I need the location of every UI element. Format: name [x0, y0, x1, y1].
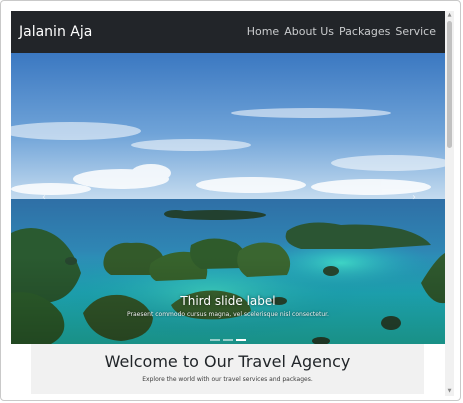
welcome-title: Welcome to Our Travel Agency [104, 352, 351, 371]
scroll-thumb[interactable] [447, 21, 452, 148]
nav-links: Home About Us Packages Service [247, 25, 436, 39]
carousel-indicators [11, 339, 445, 342]
welcome-section: Welcome to Our Travel Agency Explore the… [31, 344, 424, 394]
chevron-left-icon[interactable]: ‹ [37, 191, 51, 205]
carousel-caption-text: Praesent commodo cursus magna, vel scele… [127, 311, 329, 318]
hero-carousel: ‹ › Third slide label Praesent commodo c… [11, 53, 445, 344]
page-viewport: Jalanin Aja Home About Us Packages Servi… [11, 11, 445, 396]
carousel-caption-title: Third slide label [180, 294, 276, 308]
nav-link-service[interactable]: Service [395, 25, 436, 39]
nav-link-about-us[interactable]: About Us [284, 25, 334, 39]
chevron-right-icon[interactable]: › [407, 191, 421, 205]
brand-logo[interactable]: Jalanin Aja [19, 23, 92, 41]
carousel-indicator-1[interactable] [210, 339, 220, 341]
vertical-scrollbar[interactable]: ▲ ▼ [445, 11, 454, 396]
welcome-subtitle: Explore the world with our travel servic… [142, 376, 313, 383]
scroll-down-icon[interactable]: ▼ [445, 387, 454, 396]
nav-link-packages[interactable]: Packages [339, 25, 390, 39]
carousel-indicator-2[interactable] [223, 339, 233, 341]
navbar: Jalanin Aja Home About Us Packages Servi… [11, 11, 445, 53]
nav-link-home[interactable]: Home [247, 25, 279, 39]
carousel-indicator-3[interactable] [236, 339, 246, 341]
scroll-up-icon[interactable]: ▲ [445, 11, 454, 20]
